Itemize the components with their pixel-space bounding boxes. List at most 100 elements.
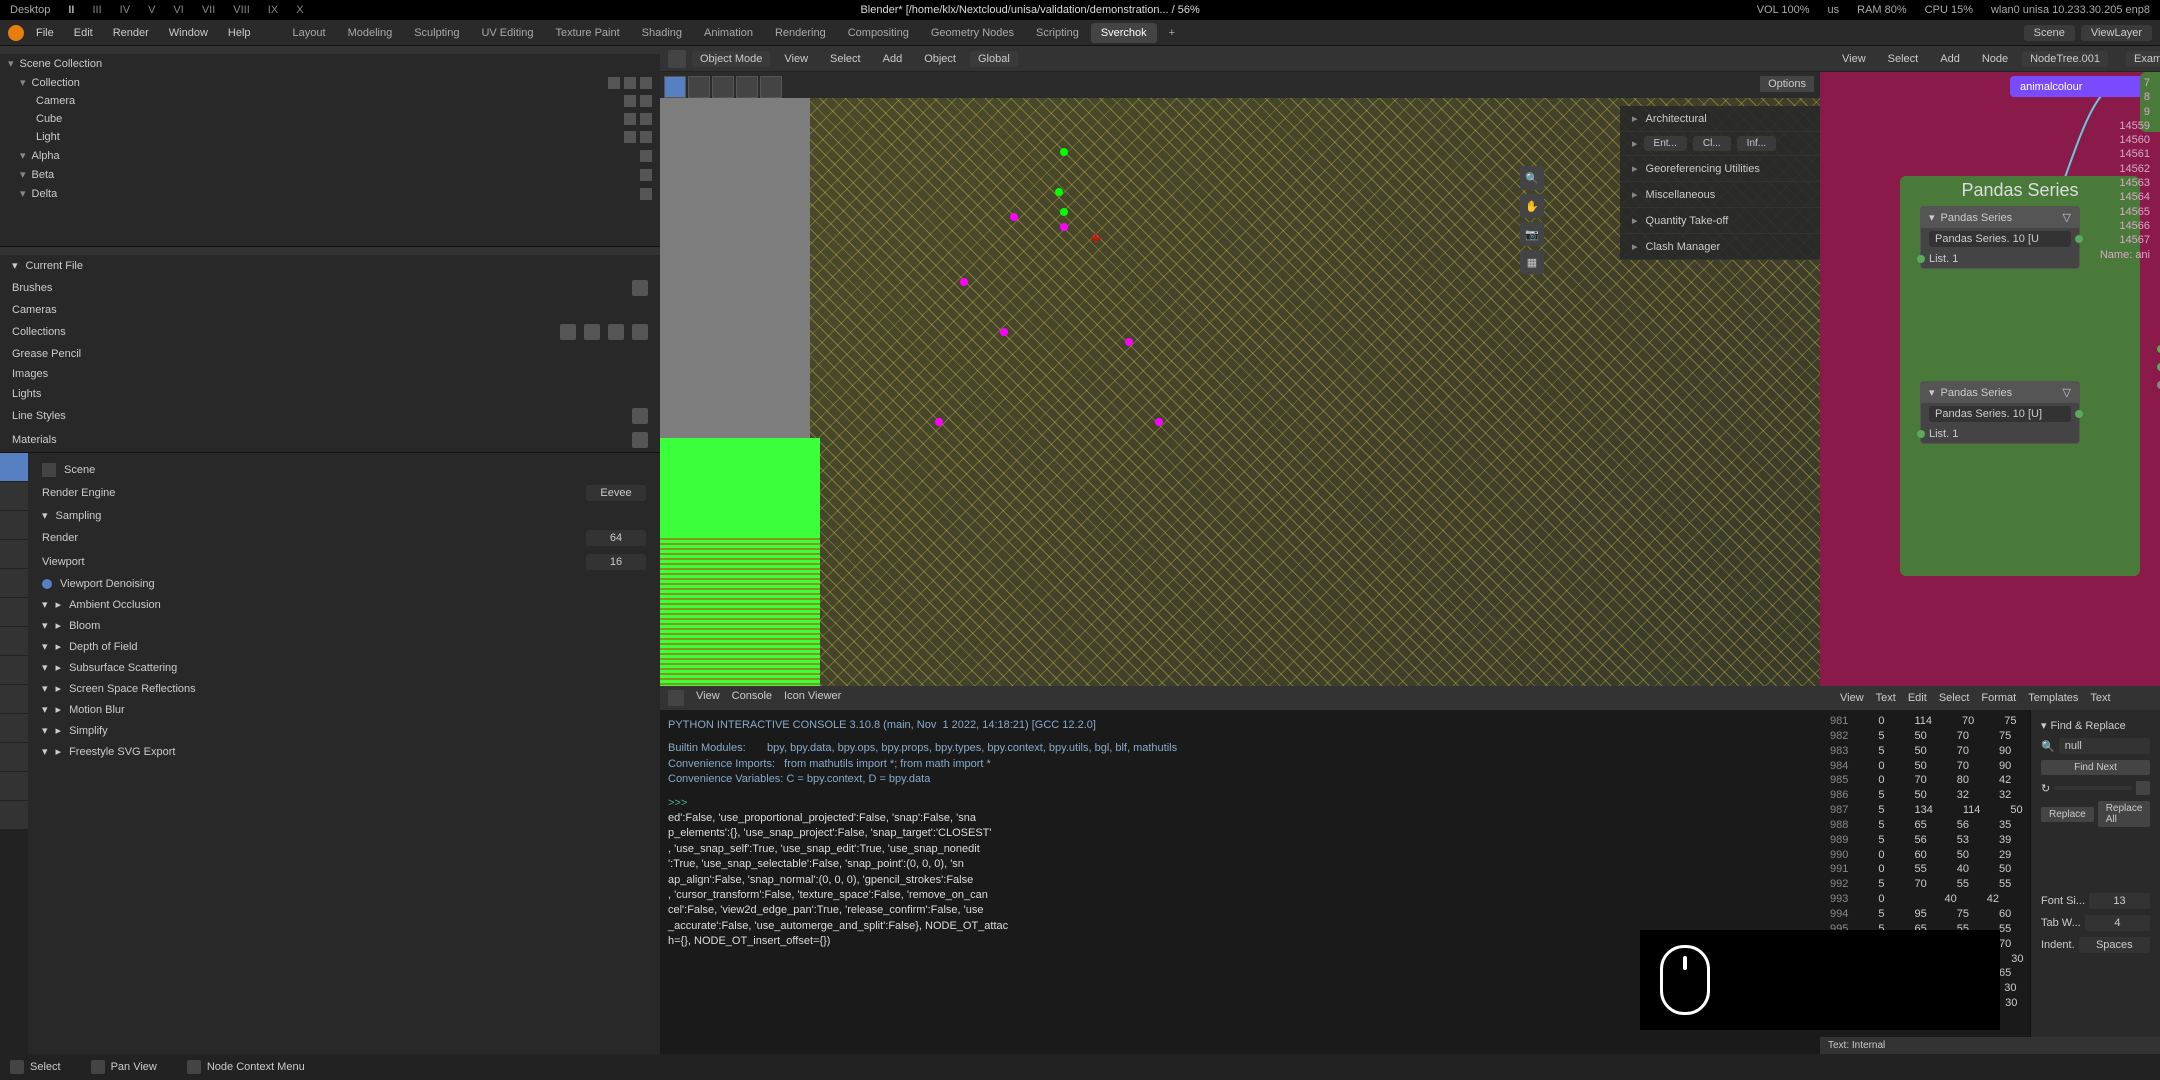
console-menu-iconviewer[interactable]: Icon Viewer <box>784 690 841 706</box>
socket-out[interactable] <box>2075 235 2083 243</box>
replace-all-button[interactable]: Replace All <box>2098 801 2151 827</box>
outliner-delta[interactable]: Delta <box>0 184 660 203</box>
series1-dropdown[interactable]: Pandas Series. 10 [U <box>1929 231 2071 247</box>
tab-animation[interactable]: Animation <box>694 23 763 43</box>
socket-in[interactable] <box>1917 255 1925 263</box>
npanel-misc[interactable]: Miscellaneous <box>1620 182 1820 208</box>
ssr-panel[interactable]: ▸ Screen Space Reflections <box>34 678 654 699</box>
tab-geonodes[interactable]: Geometry Nodes <box>921 23 1024 43</box>
camera-gizmo-icon[interactable]: 📷 <box>1520 222 1544 246</box>
constraint-tab-icon[interactable] <box>0 714 28 742</box>
engine-selector[interactable]: Eevee <box>586 485 646 501</box>
text-menu-format[interactable]: Format <box>1981 692 2016 704</box>
vp-menu-object[interactable]: Object <box>916 51 964 67</box>
eye-icon[interactable] <box>624 131 636 143</box>
bloom-panel[interactable]: ▸ Bloom <box>34 615 654 636</box>
npanel-btn-inf[interactable]: Inf... <box>1737 136 1776 151</box>
scene-selector[interactable]: Scene <box>2024 25 2075 41</box>
cat-materials[interactable]: Materials <box>0 428 660 452</box>
tab-sverchok[interactable]: Sverchok <box>1091 23 1157 43</box>
outliner-alpha[interactable]: Alpha <box>0 146 660 165</box>
simplify-panel[interactable]: ▸ Simplify <box>34 720 654 741</box>
filter-icon[interactable]: ▽ <box>2063 386 2071 399</box>
find-input[interactable]: null <box>2059 738 2150 754</box>
pan-gizmo-icon[interactable]: ✋ <box>1520 194 1544 218</box>
text-menu-text[interactable]: Text <box>1876 692 1896 704</box>
eye-icon[interactable] <box>640 188 652 200</box>
node-menu-view[interactable]: View <box>1834 51 1874 67</box>
workspace-9[interactable]: IX <box>268 4 278 16</box>
cat-brushes[interactable]: Brushes <box>0 276 660 300</box>
menu-file[interactable]: File <box>28 25 62 41</box>
socket-out[interactable] <box>2075 410 2083 418</box>
vp-menu-add[interactable]: Add <box>875 51 911 67</box>
physics-tab-icon[interactable] <box>0 685 28 713</box>
mb-panel[interactable]: ▸ Motion Blur <box>34 699 654 720</box>
menu-edit[interactable]: Edit <box>66 25 101 41</box>
series2-dropdown[interactable]: Pandas Series. 10 [U] <box>1929 406 2071 422</box>
node-menu-add[interactable]: Add <box>1932 51 1968 67</box>
indent-field[interactable]: Spaces <box>2079 937 2150 953</box>
workspace-6[interactable]: VI <box>173 4 183 16</box>
denoise-label[interactable]: Viewport Denoising <box>60 578 155 590</box>
cat-lights[interactable]: Lights <box>0 384 660 404</box>
checkbox-icon[interactable] <box>608 77 620 89</box>
outliner-light[interactable]: Light <box>0 128 660 146</box>
persp-gizmo-icon[interactable]: ▦ <box>1520 250 1544 274</box>
orientation-selector[interactable]: Global <box>970 51 1018 67</box>
fontsize-field[interactable]: 13 <box>2089 893 2150 909</box>
editor-type-icon[interactable] <box>668 50 686 68</box>
npanel-georef[interactable]: Georeferencing Utilities <box>1620 156 1820 182</box>
outliner-camera[interactable]: Camera <box>0 92 660 110</box>
render-icon[interactable] <box>640 131 652 143</box>
rotate-tool-icon[interactable] <box>736 76 758 98</box>
console-prompt[interactable]: >>> <box>668 796 1812 811</box>
tab-sculpting[interactable]: Sculpting <box>404 23 469 43</box>
npanel-btn-cl[interactable]: Cl... <box>1693 136 1731 151</box>
particle-tab-icon[interactable] <box>0 656 28 684</box>
current-file-header[interactable]: ▾ Current File <box>0 255 660 276</box>
cursor-tool-icon[interactable] <box>688 76 710 98</box>
eye-icon[interactable] <box>640 169 652 181</box>
text-menu-view[interactable]: View <box>1840 692 1864 704</box>
ao-panel[interactable]: ▸ Ambient Occlusion <box>34 594 654 615</box>
tab-uv[interactable]: UV Editing <box>471 23 543 43</box>
replace-input[interactable] <box>2054 786 2132 790</box>
eye-icon[interactable] <box>624 113 636 125</box>
viewport-samples-field[interactable]: 16 <box>586 554 646 570</box>
eyedropper-icon[interactable] <box>2136 781 2150 795</box>
menu-window[interactable]: Window <box>161 25 216 41</box>
sss-panel[interactable]: ▸ Subsurface Scattering <box>34 657 654 678</box>
tab-rendering[interactable]: Rendering <box>765 23 836 43</box>
find-title[interactable]: Find & Replace <box>2051 720 2126 732</box>
filter-icon[interactable]: ▽ <box>2063 211 2071 224</box>
tab-add[interactable]: + <box>1159 23 1185 43</box>
console-menu-view[interactable]: View <box>696 690 720 706</box>
mode-selector[interactable]: Object Mode <box>692 51 770 67</box>
scene-name[interactable]: Scene <box>64 464 95 476</box>
tabw-field[interactable]: 4 <box>2085 915 2150 931</box>
texture-tab-icon[interactable] <box>0 801 28 829</box>
object-tab-icon[interactable] <box>0 598 28 626</box>
data-tab-icon[interactable] <box>0 743 28 771</box>
menu-render[interactable]: Render <box>105 25 157 41</box>
workspace-2[interactable]: II <box>68 4 74 16</box>
find-next-button[interactable]: Find Next <box>2041 760 2150 775</box>
menu-help[interactable]: Help <box>220 25 259 41</box>
workspace-10[interactable]: X <box>296 4 303 16</box>
vp-menu-view[interactable]: View <box>776 51 816 67</box>
output-tab-icon[interactable] <box>0 482 28 510</box>
workspace-4[interactable]: IV <box>120 4 130 16</box>
cat-collections[interactable]: Collections <box>0 320 660 344</box>
npanel-qty[interactable]: Quantity Take-off <box>1620 208 1820 234</box>
eye-icon[interactable] <box>624 77 636 89</box>
outliner-scene-collection[interactable]: Scene Collection <box>0 54 660 73</box>
npanel-btn-ent[interactable]: Ent... <box>1644 136 1687 151</box>
outliner-beta[interactable]: Beta <box>0 165 660 184</box>
tab-modeling[interactable]: Modeling <box>338 23 403 43</box>
text-menu-select[interactable]: Select <box>1939 692 1970 704</box>
tab-shading[interactable]: Shading <box>632 23 692 43</box>
cat-cameras[interactable]: Cameras <box>0 300 660 320</box>
nodetree-selector[interactable]: NodeTree.001 <box>2022 51 2108 67</box>
npanel-architectural[interactable]: Architectural <box>1620 106 1820 132</box>
